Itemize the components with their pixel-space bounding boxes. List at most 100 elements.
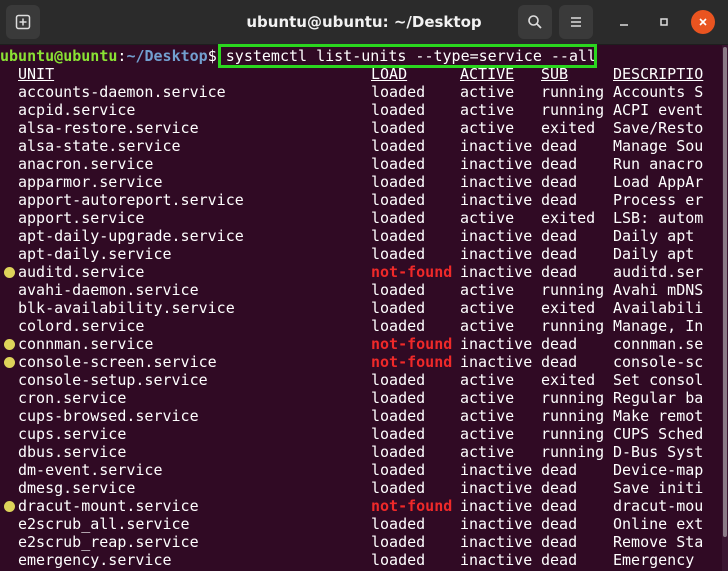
row-sub: dead [541, 551, 578, 569]
row-load: not-found [371, 497, 453, 515]
status-dot [4, 501, 15, 512]
close-icon [699, 18, 707, 26]
row-load: loaded [371, 299, 426, 317]
row-sub: dead [541, 533, 578, 551]
row-sub: exited [541, 209, 596, 227]
row-unit: apparmor.service [18, 173, 163, 191]
row-active: inactive [460, 263, 533, 281]
row-load: loaded [371, 407, 426, 425]
row-load: loaded [371, 101, 426, 119]
row-unit: alsa-restore.service [18, 119, 199, 137]
row-sub: dead [541, 263, 578, 281]
row-desc: Daily apt [613, 245, 704, 263]
new-tab-button[interactable] [6, 5, 40, 39]
row-sub: dead [541, 335, 578, 353]
minimize-icon [620, 24, 628, 26]
row-unit: anacron.service [18, 155, 154, 173]
row-desc: Manage Sou [613, 137, 704, 155]
row-desc: Accounts S [613, 83, 704, 101]
row-load: loaded [371, 425, 426, 443]
maximize-icon [660, 18, 668, 26]
row-active: inactive [460, 227, 533, 245]
row-desc: Run anacro [613, 155, 704, 173]
row-sub: dead [541, 461, 578, 479]
prompt-dollar: $ [207, 47, 217, 65]
row-desc: Set consol [613, 371, 704, 389]
row-desc: Remove Sta [613, 533, 704, 551]
row-unit: cron.service [18, 389, 127, 407]
row-desc: Save initi [613, 479, 704, 497]
row-sub: running [541, 83, 605, 101]
row-unit: apport.service [18, 209, 145, 227]
row-active: active [460, 119, 515, 137]
row-sub: dead [541, 155, 578, 173]
row-desc: Availabili [613, 299, 704, 317]
row-unit: apport-autoreport.service [18, 191, 244, 209]
row-sub: dead [541, 137, 578, 155]
row-unit: dmesg.service [18, 479, 136, 497]
scrollbar-thumb[interactable] [723, 47, 727, 537]
minimize-button[interactable] [612, 10, 636, 34]
header-unit: UNIT [18, 65, 55, 83]
close-button[interactable] [691, 10, 715, 34]
row-sub: exited [541, 371, 596, 389]
row-desc: Save/Resto [613, 119, 704, 137]
row-desc: CUPS Sched [613, 425, 704, 443]
row-active: inactive [460, 155, 533, 173]
row-active: active [460, 389, 515, 407]
row-unit: cups.service [18, 425, 127, 443]
row-unit: apt-daily-upgrade.service [18, 227, 244, 245]
row-load: loaded [371, 281, 426, 299]
row-active: active [460, 443, 515, 461]
row-desc: D-Bus Syst [613, 443, 704, 461]
row-active: active [460, 317, 515, 335]
row-desc: Process er [613, 191, 704, 209]
prompt-user: ubuntu@ubuntu [0, 47, 118, 65]
row-unit: cups-browsed.service [18, 407, 199, 425]
row-unit: connman.service [18, 335, 154, 353]
row-sub: running [541, 443, 605, 461]
row-desc: Manage, In [613, 317, 704, 335]
row-sub: running [541, 101, 605, 119]
row-active: active [460, 407, 515, 425]
row-unit: colord.service [18, 317, 145, 335]
row-load: loaded [371, 371, 426, 389]
status-dot [4, 357, 15, 368]
row-desc: Daily apt [613, 227, 704, 245]
row-active: inactive [460, 461, 533, 479]
row-active: active [460, 299, 515, 317]
header-description: DESCRIPTIO [613, 65, 704, 83]
row-desc: Online ext [613, 515, 704, 533]
row-active: active [460, 209, 515, 227]
row-unit: accounts-daemon.service [18, 83, 226, 101]
row-unit: blk-availability.service [18, 299, 235, 317]
row-active: active [460, 101, 515, 119]
row-active: active [460, 425, 515, 443]
row-sub: dead [541, 191, 578, 209]
header-load: LOAD [371, 65, 408, 83]
row-unit: dbus.service [18, 443, 127, 461]
maximize-button[interactable] [652, 10, 676, 34]
row-sub: dead [541, 245, 578, 263]
row-sub: exited [541, 119, 596, 137]
prompt-path: ~/Desktop [126, 47, 208, 65]
row-unit: dracut-mount.service [18, 497, 199, 515]
row-load: loaded [371, 551, 426, 569]
row-unit: console-setup.service [18, 371, 208, 389]
row-active: inactive [460, 335, 533, 353]
row-load: loaded [371, 443, 426, 461]
row-load: not-found [371, 353, 453, 371]
row-desc: connman.se [613, 335, 704, 353]
row-unit: alsa-state.service [18, 137, 181, 155]
row-load: loaded [371, 173, 426, 191]
search-button[interactable] [518, 5, 552, 39]
row-active: inactive [460, 245, 533, 263]
search-icon [528, 15, 542, 29]
row-unit: dm-event.service [18, 461, 163, 479]
window-titlebar: ubuntu@ubuntu: ~/Desktop [0, 0, 728, 45]
row-active: inactive [460, 479, 533, 497]
row-sub: running [541, 389, 605, 407]
row-load: loaded [371, 137, 426, 155]
menu-button[interactable] [559, 5, 593, 39]
row-active: inactive [460, 173, 533, 191]
